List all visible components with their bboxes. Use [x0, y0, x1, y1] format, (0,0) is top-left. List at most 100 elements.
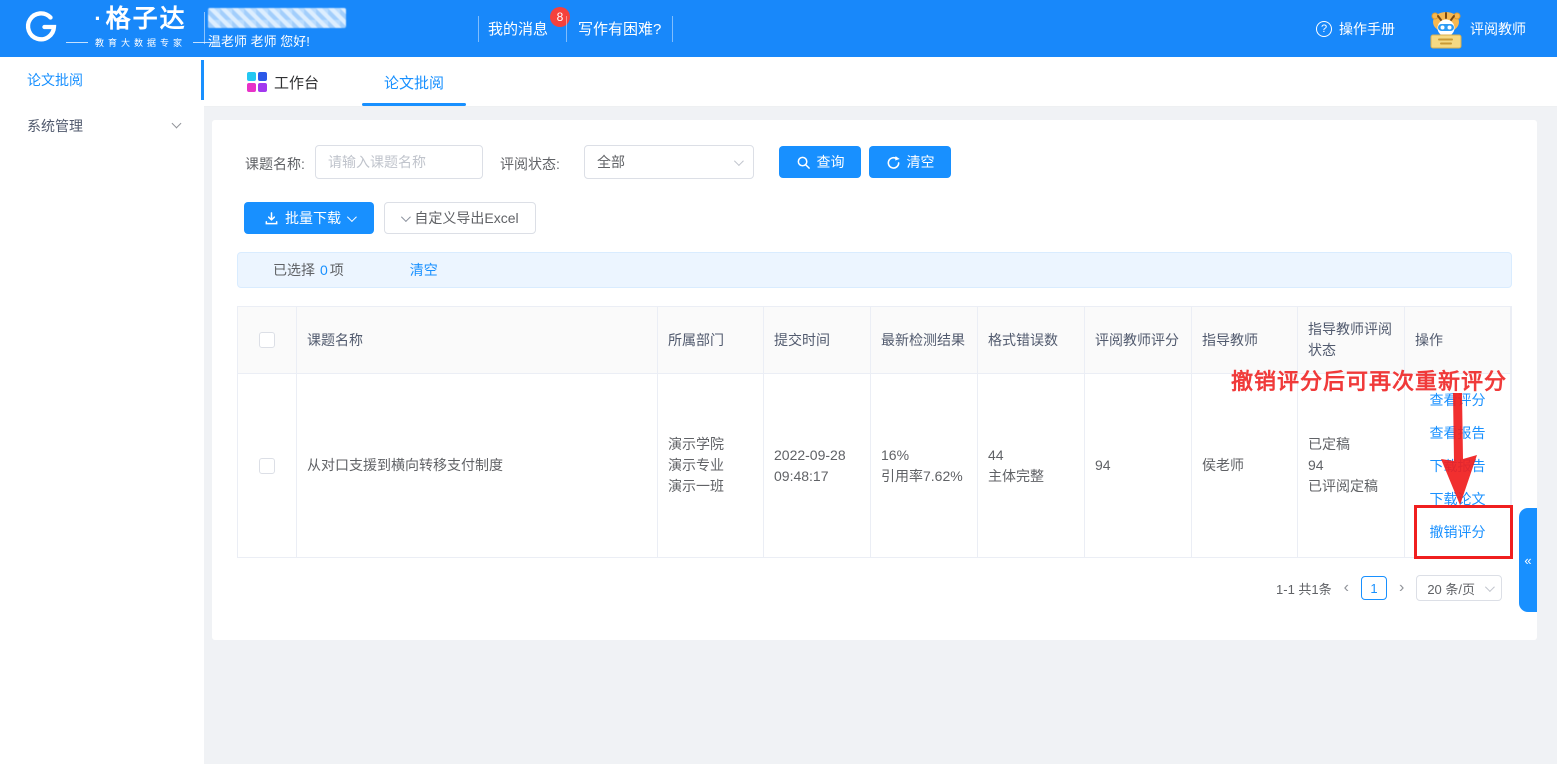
chevron-down-icon — [172, 119, 182, 129]
red-arrow-icon — [1432, 393, 1488, 509]
col-header-submit-time: 提交时间 — [764, 307, 871, 374]
current-page-button[interactable]: 1 — [1361, 576, 1387, 600]
messages-label: 我的消息 — [488, 18, 548, 39]
export-excel-button[interactable]: 自定义导出Excel — [384, 202, 536, 234]
tagline-dash-left — [66, 42, 88, 43]
question-icon: ? — [1316, 21, 1332, 37]
active-tab-underline — [362, 103, 466, 106]
col-header-topic: 课题名称 — [297, 307, 658, 374]
pagination-total: 1-1 共1条 — [1276, 579, 1332, 598]
advisor-status-line: 已评阅定稿 — [1308, 476, 1394, 497]
refresh-icon — [886, 155, 901, 170]
logo-text: · 格子达 教育大数据专家 — [66, 4, 215, 49]
pagination: 1-1 共1条 ‹ 1 › 20 条/页 — [1276, 575, 1502, 601]
sidebar-item-label: 系统管理 — [27, 116, 83, 136]
select-all-checkbox[interactable] — [259, 332, 275, 348]
download-icon — [264, 211, 279, 226]
review-status-label: 评阅状态: — [500, 154, 560, 174]
user-greeting: 温老师 老师 您好! — [208, 31, 310, 50]
department-line: 演示一班 — [668, 476, 753, 497]
cell-advisor-review-status: 已定稿 94 已评阅定稿 — [1298, 374, 1405, 558]
reset-button-label: 清空 — [907, 152, 935, 172]
submit-date: 2022-09-28 — [774, 445, 860, 466]
row-checkbox[interactable] — [259, 458, 275, 474]
export-excel-label: 自定义导出Excel — [414, 208, 518, 228]
topic-name-input[interactable] — [315, 145, 483, 179]
col-header-format-errors: 格式错误数 — [978, 307, 1085, 374]
top-header: · 格子达 教育大数据专家 温老师 老师 您好! 我的消息 8 写作有困难? — [0, 0, 1557, 57]
similarity-rate: 16% — [881, 445, 967, 466]
tutorial-annotation-text: 撤销评分后可再次重新评分 — [1231, 364, 1507, 396]
chevron-down-icon — [734, 156, 744, 166]
sidebar-item-paper-review[interactable]: 论文批阅 — [0, 57, 204, 103]
reset-button[interactable]: 清空 — [869, 146, 951, 178]
advisor-status-line: 94 — [1308, 455, 1394, 476]
workbench-grid-icon — [247, 72, 267, 92]
header-separator — [672, 16, 673, 42]
writing-help-label: 写作有困难? — [578, 18, 661, 39]
department-line: 演示学院 — [668, 434, 753, 455]
cell-topic: 从对口支援到横向转移支付制度 — [297, 374, 658, 558]
cell-reviewer-score: 94 — [1085, 374, 1192, 558]
review-status-value: 全部 — [597, 152, 625, 172]
selected-prefix: 已选择 — [273, 260, 315, 280]
mascot-icon — [1428, 9, 1464, 49]
highlight-red-box — [1414, 505, 1513, 559]
prev-page-button[interactable]: ‹ — [1342, 576, 1351, 600]
citation-rate: 引用率7.62% — [881, 466, 967, 487]
manual-link[interactable]: ? 操作手册 — [1316, 0, 1395, 57]
department-line: 演示专业 — [668, 455, 753, 476]
cell-department: 演示学院 演示专业 演示一班 — [658, 374, 764, 558]
col-header-detection: 最新检测结果 — [871, 307, 978, 374]
cell-submit-time: 2022-09-28 09:48:17 — [764, 374, 871, 558]
header-separator — [478, 16, 479, 42]
app-root: · 格子达 教育大数据专家 温老师 老师 您好! 我的消息 8 写作有困难? — [0, 0, 1557, 764]
tab-label: 工作台 — [274, 72, 319, 93]
writing-help-link[interactable]: 写作有困难? — [578, 0, 661, 57]
messages-badge: 8 — [550, 7, 570, 27]
brand-dot: · — [94, 4, 103, 34]
manual-label: 操作手册 — [1339, 19, 1395, 39]
brand-tagline: 教育大数据专家 — [95, 36, 186, 49]
sidebar-item-system-management[interactable]: 系统管理 — [0, 103, 204, 149]
active-indicator — [201, 60, 204, 100]
chevron-down-icon — [1485, 582, 1495, 592]
avatar[interactable] — [1428, 9, 1464, 49]
brand-logo[interactable]: · 格子达 教育大数据专家 — [22, 4, 215, 49]
selected-count: 0 — [320, 262, 328, 278]
header-divider — [204, 12, 205, 44]
page-size-select[interactable]: 20 条/页 — [1416, 575, 1502, 601]
review-status-select[interactable]: 全部 — [584, 145, 754, 179]
cell-advisor: 侯老师 — [1192, 374, 1298, 558]
table-row: 从对口支援到横向转移支付制度 演示学院 演示专业 演示一班 2022-09-28… — [238, 374, 1511, 558]
col-header-reviewer-score: 评阅教师评分 — [1085, 307, 1192, 374]
cell-detection: 16% 引用率7.62% — [871, 374, 978, 558]
selected-suffix: 项 — [330, 260, 344, 280]
topic-name-label: 课题名称: — [245, 154, 305, 174]
search-button-label: 查询 — [817, 152, 845, 172]
tab-bar: 工作台 论文批阅 — [204, 57, 1557, 107]
search-button[interactable]: 查询 — [779, 146, 861, 178]
page-size-value: 20 条/页 — [1427, 579, 1475, 598]
submit-time: 09:48:17 — [774, 466, 860, 487]
next-page-button[interactable]: › — [1397, 576, 1406, 600]
sidebar-item-label: 论文批阅 — [27, 70, 83, 90]
brand-name: 格子达 — [106, 4, 187, 34]
logo-g-icon — [22, 8, 60, 46]
tab-workbench[interactable]: 工作台 — [247, 57, 319, 107]
clear-selection-link[interactable]: 清空 — [410, 260, 438, 280]
tab-label: 论文批阅 — [384, 72, 444, 93]
chevron-down-icon — [347, 212, 357, 222]
search-icon — [796, 155, 811, 170]
cell-format-errors: 44 主体完整 — [978, 374, 1085, 558]
advisor-status-line: 已定稿 — [1308, 434, 1394, 455]
tab-paper-review[interactable]: 论文批阅 — [384, 57, 444, 107]
collapse-panel-tab[interactable]: « — [1519, 508, 1537, 612]
error-count: 44 — [988, 445, 1074, 466]
censored-school-name — [208, 8, 346, 28]
batch-download-label: 批量下载 — [285, 208, 341, 228]
messages-link[interactable]: 我的消息 8 — [488, 0, 548, 57]
col-header-department: 所属部门 — [658, 307, 764, 374]
batch-download-button[interactable]: 批量下载 — [244, 202, 374, 234]
chevron-down-icon — [401, 212, 411, 222]
